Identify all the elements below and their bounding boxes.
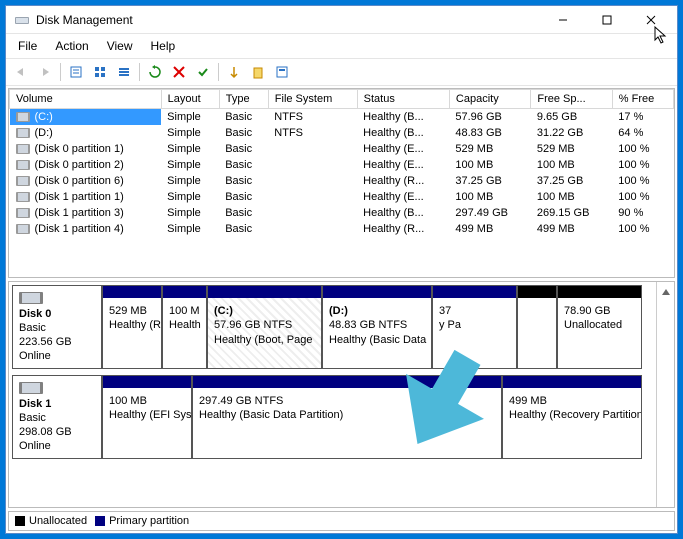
column-header[interactable]: Volume	[10, 90, 162, 109]
menu-file[interactable]: File	[10, 36, 45, 56]
column-header[interactable]: % Free	[612, 90, 673, 109]
toolbar	[6, 58, 677, 86]
disk-icon	[19, 292, 43, 304]
menu-action[interactable]: Action	[47, 36, 96, 56]
check-button[interactable]	[192, 61, 214, 83]
disk-map[interactable]: Disk 0Basic223.56 GBOnline529 MBHealthy …	[9, 282, 656, 507]
table-row[interactable]: (D:)SimpleBasicNTFSHealthy (B...48.83 GB…	[10, 125, 674, 141]
partition[interactable]: 529 MBHealthy (R	[102, 285, 162, 369]
legend-primary: Primary partition	[95, 515, 189, 527]
minimize-button[interactable]	[541, 6, 585, 34]
close-button[interactable]	[629, 6, 673, 34]
disk-management-window: Disk Management File Action View Help Vo…	[5, 5, 678, 534]
column-header[interactable]: File System	[268, 90, 357, 109]
column-header[interactable]: Status	[357, 90, 449, 109]
volume-icon	[16, 208, 30, 218]
volume-list-pane[interactable]: VolumeLayoutTypeFile SystemStatusCapacit…	[8, 88, 675, 278]
forward-button[interactable]	[34, 61, 56, 83]
column-header[interactable]: Type	[219, 90, 268, 109]
volume-icon	[16, 144, 30, 154]
column-header[interactable]: Free Sp...	[531, 90, 612, 109]
settings-button[interactable]	[271, 61, 293, 83]
app-icon	[14, 12, 30, 28]
partition[interactable]: 297.49 GB NTFSHealthy (Basic Data Partit…	[192, 375, 502, 459]
table-row[interactable]: (Disk 1 partition 3)SimpleBasicHealthy (…	[10, 205, 674, 221]
partition[interactable]: (C:)57.96 GB NTFSHealthy (Boot, Page	[207, 285, 322, 369]
disk-row: Disk 0Basic223.56 GBOnline529 MBHealthy …	[12, 285, 653, 369]
legend-unallocated: Unallocated	[15, 515, 87, 527]
menu-help[interactable]: Help	[143, 36, 184, 56]
partition[interactable]: 100 MHealth	[162, 285, 207, 369]
disk-label[interactable]: Disk 0Basic223.56 GBOnline	[12, 285, 102, 369]
table-row[interactable]: (C:)SimpleBasicNTFSHealthy (B...57.96 GB…	[10, 109, 674, 126]
menu-view[interactable]: View	[99, 36, 141, 56]
column-header[interactable]: Capacity	[449, 90, 530, 109]
back-button[interactable]	[10, 61, 32, 83]
partition[interactable]: 100 MBHealthy (EFI System	[102, 375, 192, 459]
partition[interactable]: 78.90 GBUnallocated	[557, 285, 642, 369]
volume-icon	[16, 176, 30, 186]
toolbar-separator	[139, 63, 140, 81]
table-row[interactable]: (Disk 1 partition 1)SimpleBasicHealthy (…	[10, 189, 674, 205]
content-area: VolumeLayoutTypeFile SystemStatusCapacit…	[6, 86, 677, 533]
detail-view-button[interactable]	[113, 61, 135, 83]
volume-icon	[16, 128, 30, 138]
list-view-button[interactable]	[89, 61, 111, 83]
partition[interactable]: 37y Pa	[432, 285, 517, 369]
partition[interactable]: 499 MBHealthy (Recovery Partition)	[502, 375, 642, 459]
partition[interactable]	[517, 285, 557, 369]
table-row[interactable]: (Disk 0 partition 6)SimpleBasicHealthy (…	[10, 173, 674, 189]
partition[interactable]: (D:)48.83 GB NTFSHealthy (Basic Data	[322, 285, 432, 369]
column-header[interactable]: Layout	[161, 90, 219, 109]
volume-icon	[16, 192, 30, 202]
titlebar[interactable]: Disk Management	[6, 6, 677, 34]
menubar: File Action View Help	[6, 34, 677, 58]
disk-graphic-pane: Disk 0Basic223.56 GBOnline529 MBHealthy …	[8, 281, 675, 508]
volume-icon	[16, 160, 30, 170]
maximize-button[interactable]	[585, 6, 629, 34]
table-row[interactable]: (Disk 1 partition 4)SimpleBasicHealthy (…	[10, 221, 674, 237]
properties-button[interactable]	[65, 61, 87, 83]
volume-table[interactable]: VolumeLayoutTypeFile SystemStatusCapacit…	[9, 89, 674, 237]
disk-icon	[19, 382, 43, 394]
refresh-button[interactable]	[144, 61, 166, 83]
new-button[interactable]	[247, 61, 269, 83]
scrollbar[interactable]	[656, 282, 674, 507]
volume-icon	[16, 112, 30, 122]
volume-icon	[16, 224, 30, 234]
table-row[interactable]: (Disk 0 partition 1)SimpleBasicHealthy (…	[10, 141, 674, 157]
disk-row: Disk 1Basic298.08 GBOnline100 MBHealthy …	[12, 375, 653, 459]
action-button[interactable]	[223, 61, 245, 83]
table-row[interactable]: (Disk 0 partition 2)SimpleBasicHealthy (…	[10, 157, 674, 173]
legend: Unallocated Primary partition	[8, 511, 675, 531]
delete-button[interactable]	[168, 61, 190, 83]
scroll-up-icon[interactable]	[659, 285, 673, 299]
disk-label[interactable]: Disk 1Basic298.08 GBOnline	[12, 375, 102, 459]
toolbar-separator	[218, 63, 219, 81]
toolbar-separator	[60, 63, 61, 81]
window-title: Disk Management	[36, 13, 541, 27]
